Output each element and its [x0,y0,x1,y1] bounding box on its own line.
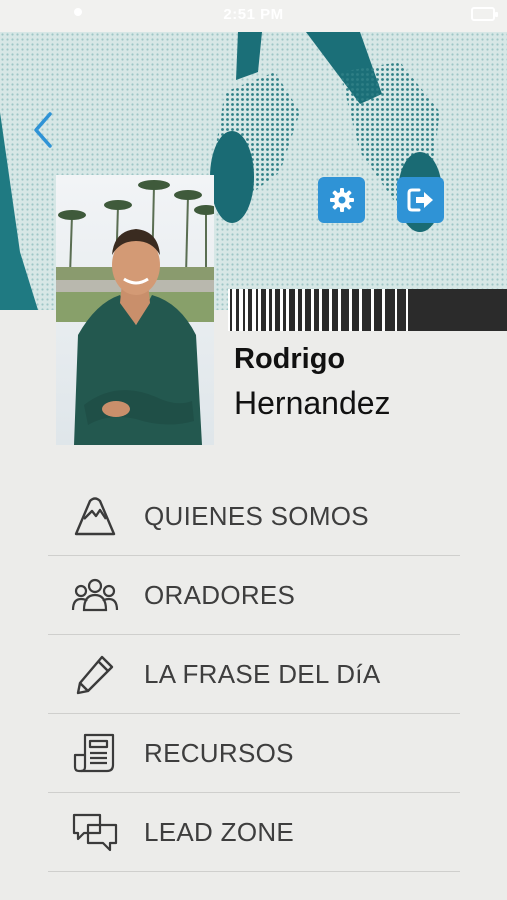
menu-item-frase-del-dia[interactable]: LA FRASE DEL DíA [48,635,460,714]
main-menu: QUIENES SOMOS ORADORES LA FRASE DEL DíA … [48,477,460,872]
settings-button[interactable] [318,177,365,223]
people-icon [70,571,120,619]
chevron-left-icon [34,112,52,148]
menu-item-oradores[interactable]: ORADORES [48,556,460,635]
chat-icon [70,808,120,856]
avatar [56,175,214,445]
decorative-barcode [228,289,507,331]
menu-item-recursos[interactable]: RECURSOS [48,714,460,793]
menu-item-label: LEAD ZONE [144,816,295,847]
status-time: 2:51 PM [223,6,284,23]
document-icon [70,729,120,777]
menu-item-lead-zone[interactable]: LEAD ZONE [48,793,460,872]
back-button[interactable] [26,108,62,152]
menu-item-quienes-somos[interactable]: QUIENES SOMOS [48,477,460,556]
menu-item-label: ORADORES [144,579,296,610]
battery-icon [471,7,498,21]
profile-first-name: Rodrigo [234,343,346,375]
logout-icon [407,188,433,212]
gear-icon [329,188,354,212]
logout-button[interactable] [397,177,444,223]
menu-item-label: LA FRASE DEL DíA [144,658,381,689]
profile-photo [56,175,214,445]
profile-last-name: Hernandez [234,385,391,421]
menu-item-label: RECURSOS [144,737,294,768]
menu-item-label: QUIENES SOMOS [144,500,369,531]
status-bar: 2:51 PM [0,0,507,32]
mountain-icon [70,492,120,540]
pen-icon [70,650,120,698]
